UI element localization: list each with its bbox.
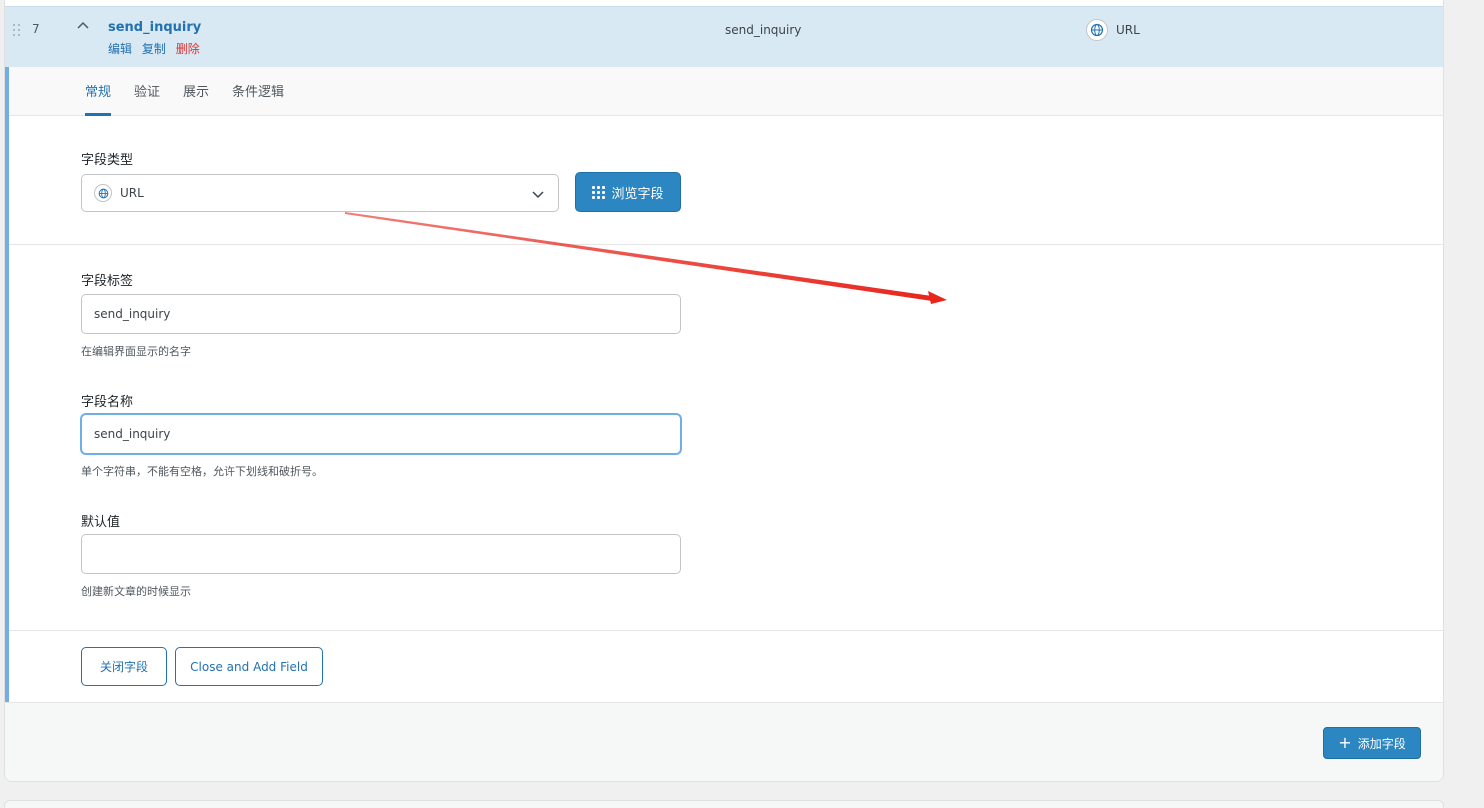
- close-and-add-field-button[interactable]: Close and Add Field: [175, 647, 323, 686]
- tab-validation[interactable]: 验证: [134, 81, 160, 116]
- next-panel-edge: [4, 800, 1444, 808]
- chevron-up-icon[interactable]: [76, 19, 90, 33]
- tab-presentation[interactable]: 展示: [183, 81, 209, 116]
- default-value-input[interactable]: [81, 534, 681, 574]
- add-field-label: 添加字段: [1357, 736, 1406, 751]
- delete-link[interactable]: 删除: [176, 42, 200, 56]
- field-name-column: send_inquiry: [725, 23, 802, 37]
- tab-general[interactable]: 常规: [85, 81, 112, 116]
- field-type-label: URL: [1116, 23, 1140, 37]
- field-row-header[interactable]: 7 send_inquiry 编辑 复制 删除 send_inquiry URL: [5, 6, 1443, 67]
- add-field-button[interactable]: + 添加字段: [1323, 727, 1421, 759]
- drag-handle-icon[interactable]: [13, 24, 23, 38]
- field-label-help: 在编辑界面显示的名字: [81, 345, 191, 358]
- plus-icon: +: [1338, 733, 1352, 752]
- grid-icon: [592, 185, 606, 199]
- duplicate-link[interactable]: 复制: [142, 42, 166, 56]
- field-editor-panel: 7 send_inquiry 编辑 复制 删除 send_inquiry URL…: [4, 0, 1444, 782]
- field-type-section: 字段类型 URL 浏览字段: [9, 117, 1443, 245]
- tab-conditional-logic[interactable]: 条件逻辑: [232, 81, 284, 116]
- field-type-label: 字段类型: [81, 153, 134, 168]
- default-value-label: 默认值: [81, 515, 121, 530]
- field-label-input[interactable]: send_inquiry: [81, 294, 681, 334]
- browse-fields-label: 浏览字段: [611, 186, 664, 202]
- globe-icon: [94, 184, 112, 202]
- edit-link[interactable]: 编辑: [108, 42, 132, 56]
- field-actions-section: 关闭字段 Close and Add Field: [9, 631, 1443, 703]
- field-title-link[interactable]: send_inquiry: [108, 20, 201, 35]
- field-name-input[interactable]: send_inquiry: [81, 414, 681, 454]
- field-settings-section: 字段标签 send_inquiry 在编辑界面显示的名字 字段名称 send_i…: [9, 245, 1443, 631]
- field-type-column: URL: [1086, 18, 1140, 42]
- close-field-button[interactable]: 关闭字段: [81, 647, 167, 686]
- row-actions: 编辑 复制 删除: [108, 40, 206, 57]
- field-name-help: 单个字符串，不能有空格，允许下划线和破折号。: [81, 465, 323, 478]
- field-type-select[interactable]: URL: [81, 174, 559, 212]
- settings-tabs: 常规 验证 展示 条件逻辑: [9, 67, 1443, 116]
- default-value-help: 创建新文章的时候显示: [81, 585, 191, 598]
- field-label-label: 字段标签: [81, 274, 134, 289]
- chevron-down-icon: [532, 191, 544, 199]
- browse-fields-button[interactable]: 浏览字段: [575, 172, 681, 212]
- row-number: 7: [32, 22, 40, 36]
- field-list-footer: + 添加字段: [5, 702, 1443, 781]
- globe-icon: [1086, 19, 1108, 41]
- field-type-selected: URL: [120, 186, 144, 200]
- field-name-label: 字段名称: [81, 395, 134, 410]
